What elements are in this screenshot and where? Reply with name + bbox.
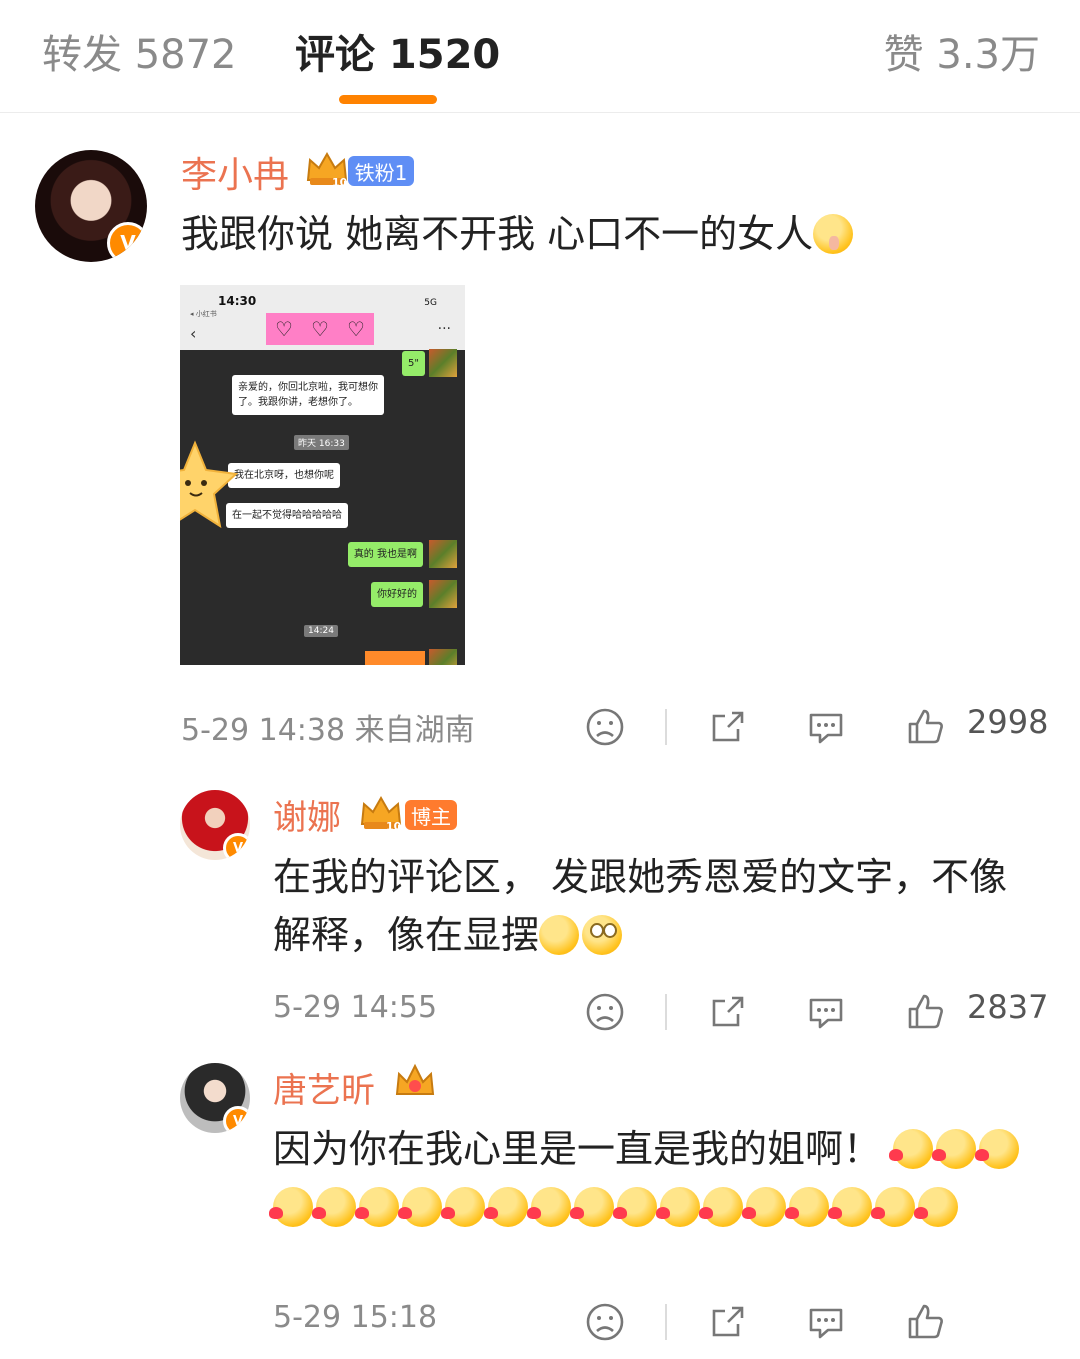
voice-bubble: 5" xyxy=(402,351,425,376)
comment-text-content: 在我的评论区， 发跟她秀恩爱的文字，不像解释，像在显摆 xyxy=(273,855,1008,957)
comment-text: 因为你在我心里是一直是我的姐啊！ xyxy=(269,1120,1043,1236)
chat-bubble: 在一起不觉得哈哈哈哈哈 xyxy=(226,503,348,528)
chat-avatar xyxy=(429,349,457,377)
chat-line: 了。我跟你讲，老想你了。 xyxy=(238,397,358,408)
chat-bubble-partial xyxy=(365,651,425,665)
comment-text: 我跟你说 她离不开我 心口不一的女人 xyxy=(181,205,856,263)
vip-crown-icon xyxy=(395,1063,435,1095)
comment-tabs: 转发 5872 评论 1520 赞 3.3万 xyxy=(0,0,1080,113)
like-thumb-icon[interactable] xyxy=(906,707,946,747)
comment-author-name[interactable]: 李小冉 xyxy=(181,146,289,198)
star-sticker-icon xyxy=(180,440,239,529)
comment-image[interactable]: 14:30 ◂ 小红书 5G ‹ ··· ♡ ♡ ♡ 5" 亲爱的，你回北京啦，… xyxy=(180,285,465,665)
comment-text-content: 因为你在我心里是一直是我的姐啊！ xyxy=(273,1127,882,1171)
kissing-heart-emoji xyxy=(527,1187,571,1227)
comment-meta: 5-29 14:38 来自湖南 xyxy=(181,713,475,748)
kissing-heart-emoji xyxy=(269,1187,313,1227)
divider xyxy=(665,709,667,745)
kissing-heart-emoji xyxy=(785,1187,829,1227)
dislike-face-icon[interactable] xyxy=(585,1302,625,1342)
chat-avatar xyxy=(429,580,457,608)
shushing-face-emoji xyxy=(813,214,854,254)
comment-icon[interactable] xyxy=(806,992,846,1032)
kissing-heart-emoji xyxy=(312,1187,356,1227)
repost-icon[interactable] xyxy=(708,992,748,1032)
comment-icon[interactable] xyxy=(806,707,846,747)
like-thumb-icon[interactable] xyxy=(906,992,946,1032)
phone-time: 14:30 xyxy=(218,294,257,308)
avatar[interactable]: V xyxy=(180,1063,250,1133)
like-thumb-icon[interactable] xyxy=(906,1302,946,1342)
fan-level-badge[interactable]: 铁粉1 xyxy=(348,156,414,186)
chat-bubble: 你好好的 xyxy=(371,582,423,607)
chat-timestamp: 昨天 16:33 xyxy=(294,435,349,450)
divider xyxy=(665,1304,667,1340)
comment-meta: 5-29 15:18 xyxy=(273,1300,438,1335)
phone-app-label: ◂ 小红书 xyxy=(190,310,217,318)
chat-bubble: 亲爱的，你回北京啦，我可想你 了。我跟你讲，老想你了。 xyxy=(232,375,384,415)
kissing-heart-emoji xyxy=(355,1187,399,1227)
huffing-face-emoji xyxy=(539,915,580,955)
repost-icon[interactable] xyxy=(708,707,748,747)
chat-line: 亲爱的，你回北京啦，我可想你 xyxy=(238,382,378,393)
comment-author-name[interactable]: 唐艺昕 xyxy=(273,1063,375,1112)
comment-meta: 5-29 14:55 xyxy=(273,990,438,1025)
chat-timestamp: 14:24 xyxy=(304,625,338,637)
kissing-heart-emoji xyxy=(871,1187,915,1227)
svg-text:10: 10 xyxy=(386,820,402,832)
sticker-hearts: ♡ ♡ ♡ xyxy=(266,313,374,345)
fan-crown-icon: 10 xyxy=(360,795,402,832)
signal-label: 5G xyxy=(424,298,437,308)
verified-v-icon: V xyxy=(107,222,147,262)
kissing-heart-emoji xyxy=(613,1187,657,1227)
fan-crown-icon: 10 xyxy=(306,151,348,188)
heart-icon: ♡ xyxy=(347,317,365,341)
kissing-heart-emoji xyxy=(975,1129,1020,1169)
kissing-heart-emoji xyxy=(398,1187,442,1227)
comment-author-name[interactable]: 谢娜 xyxy=(273,790,341,839)
heart-icon: ♡ xyxy=(275,317,293,341)
kissing-heart-emoji xyxy=(441,1187,485,1227)
kissing-heart-emoji xyxy=(828,1187,872,1227)
heart-icon: ♡ xyxy=(311,317,329,341)
kissing-heart-emoji xyxy=(889,1129,934,1169)
repost-icon[interactable] xyxy=(708,1302,748,1342)
kissing-heart-emoji xyxy=(656,1187,700,1227)
tab-repost[interactable]: 转发 5872 xyxy=(42,22,237,80)
active-tab-indicator xyxy=(339,95,437,104)
kissing-heart-emoji xyxy=(699,1187,743,1227)
like-count: 2837 xyxy=(967,988,1049,1026)
kissing-heart-emoji xyxy=(742,1187,786,1227)
divider xyxy=(665,994,667,1030)
verified-v-icon: V xyxy=(223,833,250,860)
blogger-badge[interactable]: 博主 xyxy=(405,800,457,830)
kissing-heart-emoji xyxy=(914,1187,958,1227)
avatar[interactable]: V xyxy=(180,790,250,860)
chat-bubble: 我在北京呀，也想你呢 xyxy=(228,463,340,488)
tab-comments[interactable]: 评论 1520 xyxy=(295,22,500,80)
chat-bubble: 真的 我也是啊 xyxy=(347,542,423,567)
verified-v-icon: V xyxy=(223,1106,250,1133)
like-count: 2998 xyxy=(967,703,1049,741)
back-chevron-icon: ‹ xyxy=(190,324,197,343)
kissing-heart-emoji xyxy=(570,1187,614,1227)
kissing-heart-emoji xyxy=(932,1129,977,1169)
comment-icon[interactable] xyxy=(806,1302,846,1342)
eye-roll-emoji xyxy=(582,915,623,955)
tab-likes[interactable]: 赞 3.3万 xyxy=(884,22,1040,80)
kissing-heart-emoji xyxy=(484,1187,528,1227)
comment-text: 在我的评论区， 发跟她秀恩爱的文字，不像解释，像在显摆 xyxy=(273,848,1043,964)
avatar[interactable]: V xyxy=(35,150,147,262)
more-dots-icon: ··· xyxy=(437,321,451,337)
svg-text:10: 10 xyxy=(332,176,348,188)
chat-avatar xyxy=(429,540,457,568)
chat-avatar xyxy=(429,649,457,665)
comment-text-content: 我跟你说 她离不开我 心口不一的女人 xyxy=(181,212,814,256)
dislike-face-icon[interactable] xyxy=(585,992,625,1032)
dislike-face-icon[interactable] xyxy=(585,707,625,747)
